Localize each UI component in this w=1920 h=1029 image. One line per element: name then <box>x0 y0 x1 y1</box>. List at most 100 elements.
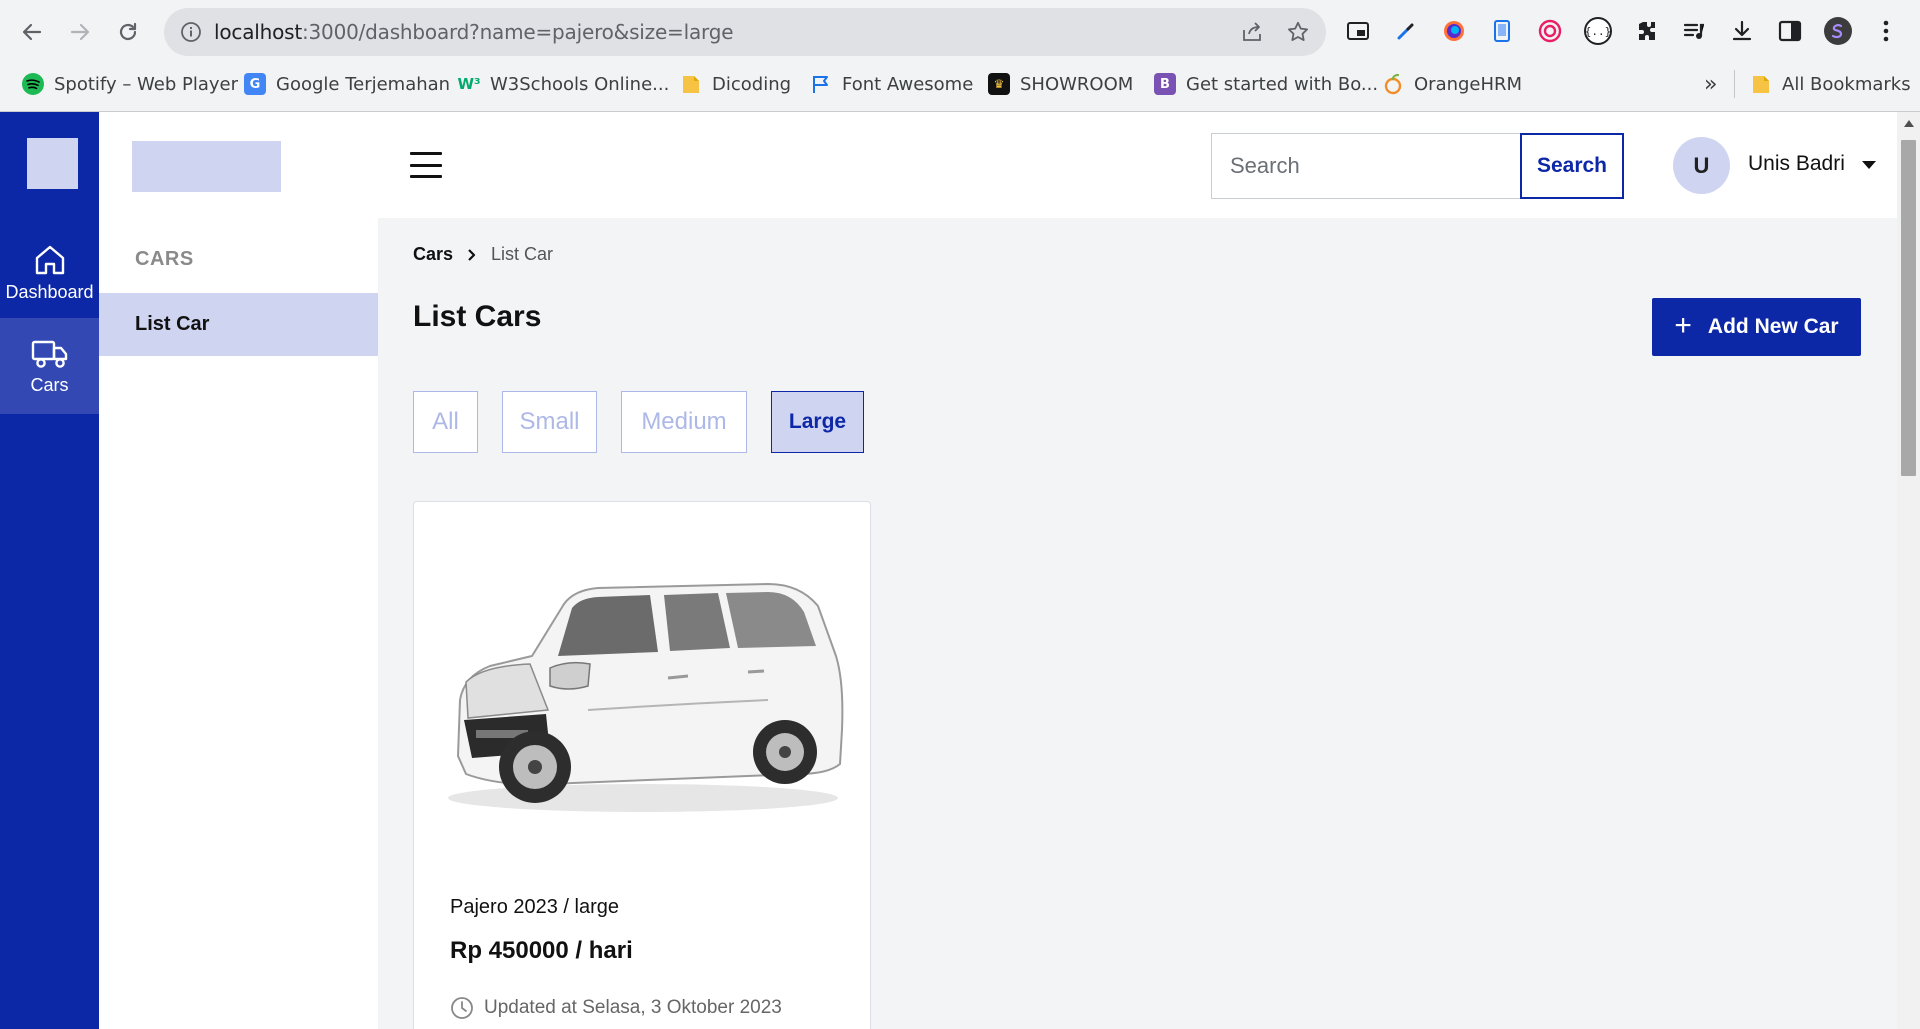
avatar[interactable]: U <box>1673 137 1730 194</box>
scroll-up-arrow-icon[interactable] <box>1904 120 1914 127</box>
car-updated-text: Updated at Selasa, 3 Oktober 2023 <box>484 997 782 1018</box>
sidebar-section-title: CARS <box>135 248 194 270</box>
truck-icon <box>31 340 67 368</box>
device-mode-icon[interactable] <box>1486 15 1518 47</box>
rail-item-dashboard[interactable]: Dashboard <box>0 224 99 320</box>
page-scrollbar[interactable] <box>1897 112 1920 1029</box>
folder-icon <box>1750 73 1772 95</box>
page-title: List Cars <box>413 300 542 333</box>
breadcrumb-list-car: List Car <box>491 244 554 264</box>
reload-button[interactable] <box>110 14 146 50</box>
clock-icon <box>451 997 473 1019</box>
forward-button[interactable] <box>62 14 98 50</box>
secondary-sidebar: CARS List Car <box>99 112 378 1029</box>
add-new-car-label: Add New Car <box>1707 315 1839 338</box>
plus-icon: + <box>1674 308 1692 342</box>
picture-in-picture-icon[interactable] <box>1342 15 1374 47</box>
bookmark-label: Dicoding <box>712 73 792 95</box>
showroom-icon: ♛ <box>988 73 1010 95</box>
app-logo-placeholder <box>27 138 78 189</box>
profile-avatar-icon[interactable] <box>1822 15 1854 47</box>
car-updated: Updated at Selasa, 3 Oktober 2023 <box>450 996 782 1020</box>
back-arrow-icon <box>22 23 42 41</box>
chevron-right-icon <box>468 248 476 261</box>
share-icon[interactable] <box>1240 20 1264 49</box>
bookmark-label: SHOWROOM <box>1020 73 1134 95</box>
main-content: Cars List Car List Cars + Add New Car Al… <box>378 218 1897 1029</box>
bootstrap-icon: B <box>1154 73 1176 95</box>
home-icon <box>35 245 64 274</box>
bookmark-w3schools[interactable]: W³ W3Schools Online... <box>457 66 670 102</box>
bookmark-label: Spotify – Web Player <box>54 73 239 95</box>
w3schools-icon: W³ <box>457 75 481 93</box>
filter-medium-button[interactable]: Medium <box>621 391 747 453</box>
reload-icon <box>119 22 137 41</box>
bookmark-font-awesome[interactable]: Font Awesome <box>810 66 973 102</box>
bookmark-bootstrap[interactable]: B Get started with Bo... <box>1154 66 1378 102</box>
bookmark-label: Google Terjemahan <box>276 73 451 95</box>
orangehrm-icon <box>1382 73 1404 95</box>
rail-item-label: Cars <box>30 374 69 395</box>
address-bar[interactable]: localhost:3000/dashboard?name=pajero&siz… <box>164 8 1326 56</box>
target-extension-icon[interactable] <box>1534 15 1566 47</box>
color-picker-icon[interactable] <box>1390 15 1422 47</box>
sidebar-item-list-car[interactable]: List Car <box>99 293 378 356</box>
app-root: Dashboard Cars CARS List Car Search U Un… <box>0 112 1920 1029</box>
bookmarks-overflow-button[interactable]: » <box>1704 66 1717 102</box>
breadcrumb: Cars List Car <box>413 244 553 265</box>
rail-item-label: Dashboard <box>5 281 94 302</box>
breadcrumb-cars[interactable]: Cars <box>413 244 453 265</box>
filter-all-button[interactable]: All <box>413 391 478 453</box>
svg-text:{..}: {..} <box>1585 25 1612 38</box>
folder-icon <box>680 73 702 95</box>
brand-logo-placeholder <box>132 141 281 192</box>
browser-menu-icon[interactable] <box>1870 15 1902 47</box>
add-new-car-button[interactable]: + Add New Car <box>1652 298 1861 356</box>
side-panel-icon[interactable] <box>1774 15 1806 47</box>
bookmark-showroom[interactable]: ♛ SHOWROOM <box>988 66 1133 102</box>
spotify-icon <box>22 73 44 95</box>
car-image <box>448 582 844 812</box>
search-button[interactable]: Search <box>1520 133 1624 199</box>
bookmarks-bar: Spotify – Web Player G Google Terjemahan… <box>0 66 1920 102</box>
icon-rail: Dashboard Cars <box>0 112 99 1029</box>
bookmark-label: W3Schools Online... <box>490 73 670 95</box>
media-queue-icon[interactable] <box>1678 15 1710 47</box>
bookmark-orangehrm[interactable]: OrangeHRM <box>1382 66 1522 102</box>
browser-chrome: localhost:3000/dashboard?name=pajero&siz… <box>0 0 1920 112</box>
url-path: :3000/dashboard?name=pajero&size=large <box>301 20 734 44</box>
google-translate-icon: G <box>244 73 266 95</box>
car-price: Rp 450000 / hari <box>450 937 633 964</box>
bookmarks-divider <box>1734 70 1735 98</box>
extensions-puzzle-icon[interactable] <box>1630 15 1662 47</box>
bookmark-spotify[interactable]: Spotify – Web Player <box>22 66 238 102</box>
rail-item-cars[interactable]: Cars <box>0 318 99 414</box>
bookmark-label: OrangeHRM <box>1414 73 1523 95</box>
flag-icon <box>810 73 832 95</box>
search-input[interactable] <box>1211 133 1521 199</box>
bookmark-star-icon[interactable] <box>1286 20 1310 49</box>
json-viewer-icon[interactable]: {..} <box>1582 15 1614 47</box>
all-bookmarks-button[interactable]: All Bookmarks <box>1750 66 1911 102</box>
filter-small-button[interactable]: Small <box>502 391 597 453</box>
scroll-thumb[interactable] <box>1901 140 1916 476</box>
all-bookmarks-label: All Bookmarks <box>1782 73 1911 95</box>
caret-down-icon[interactable] <box>1862 161 1876 169</box>
forward-arrow-icon <box>70 23 90 41</box>
site-info-icon[interactable] <box>180 21 202 48</box>
hamburger-menu-icon[interactable] <box>410 152 442 178</box>
download-icon[interactable] <box>1726 15 1758 47</box>
car-name: Pajero 2023 / large <box>450 896 620 918</box>
url-text: localhost:3000/dashboard?name=pajero&siz… <box>214 8 734 56</box>
bookmark-label: Get started with Bo... <box>1186 73 1379 95</box>
bookmark-label: Font Awesome <box>842 73 974 95</box>
top-bar: Search U Unis Badri <box>378 112 1897 218</box>
bookmark-google-translate[interactable]: G Google Terjemahan <box>244 66 450 102</box>
filter-large-button[interactable]: Large <box>771 391 864 453</box>
url-host: localhost <box>214 20 302 44</box>
bookmark-dicoding[interactable]: Dicoding <box>680 66 791 102</box>
firefox-relay-icon[interactable] <box>1438 15 1470 47</box>
back-button[interactable] <box>14 14 50 50</box>
user-menu-name[interactable]: Unis Badri <box>1748 152 1845 176</box>
car-card: Pajero 2023 / large Rp 450000 / hari Upd… <box>413 501 871 1029</box>
